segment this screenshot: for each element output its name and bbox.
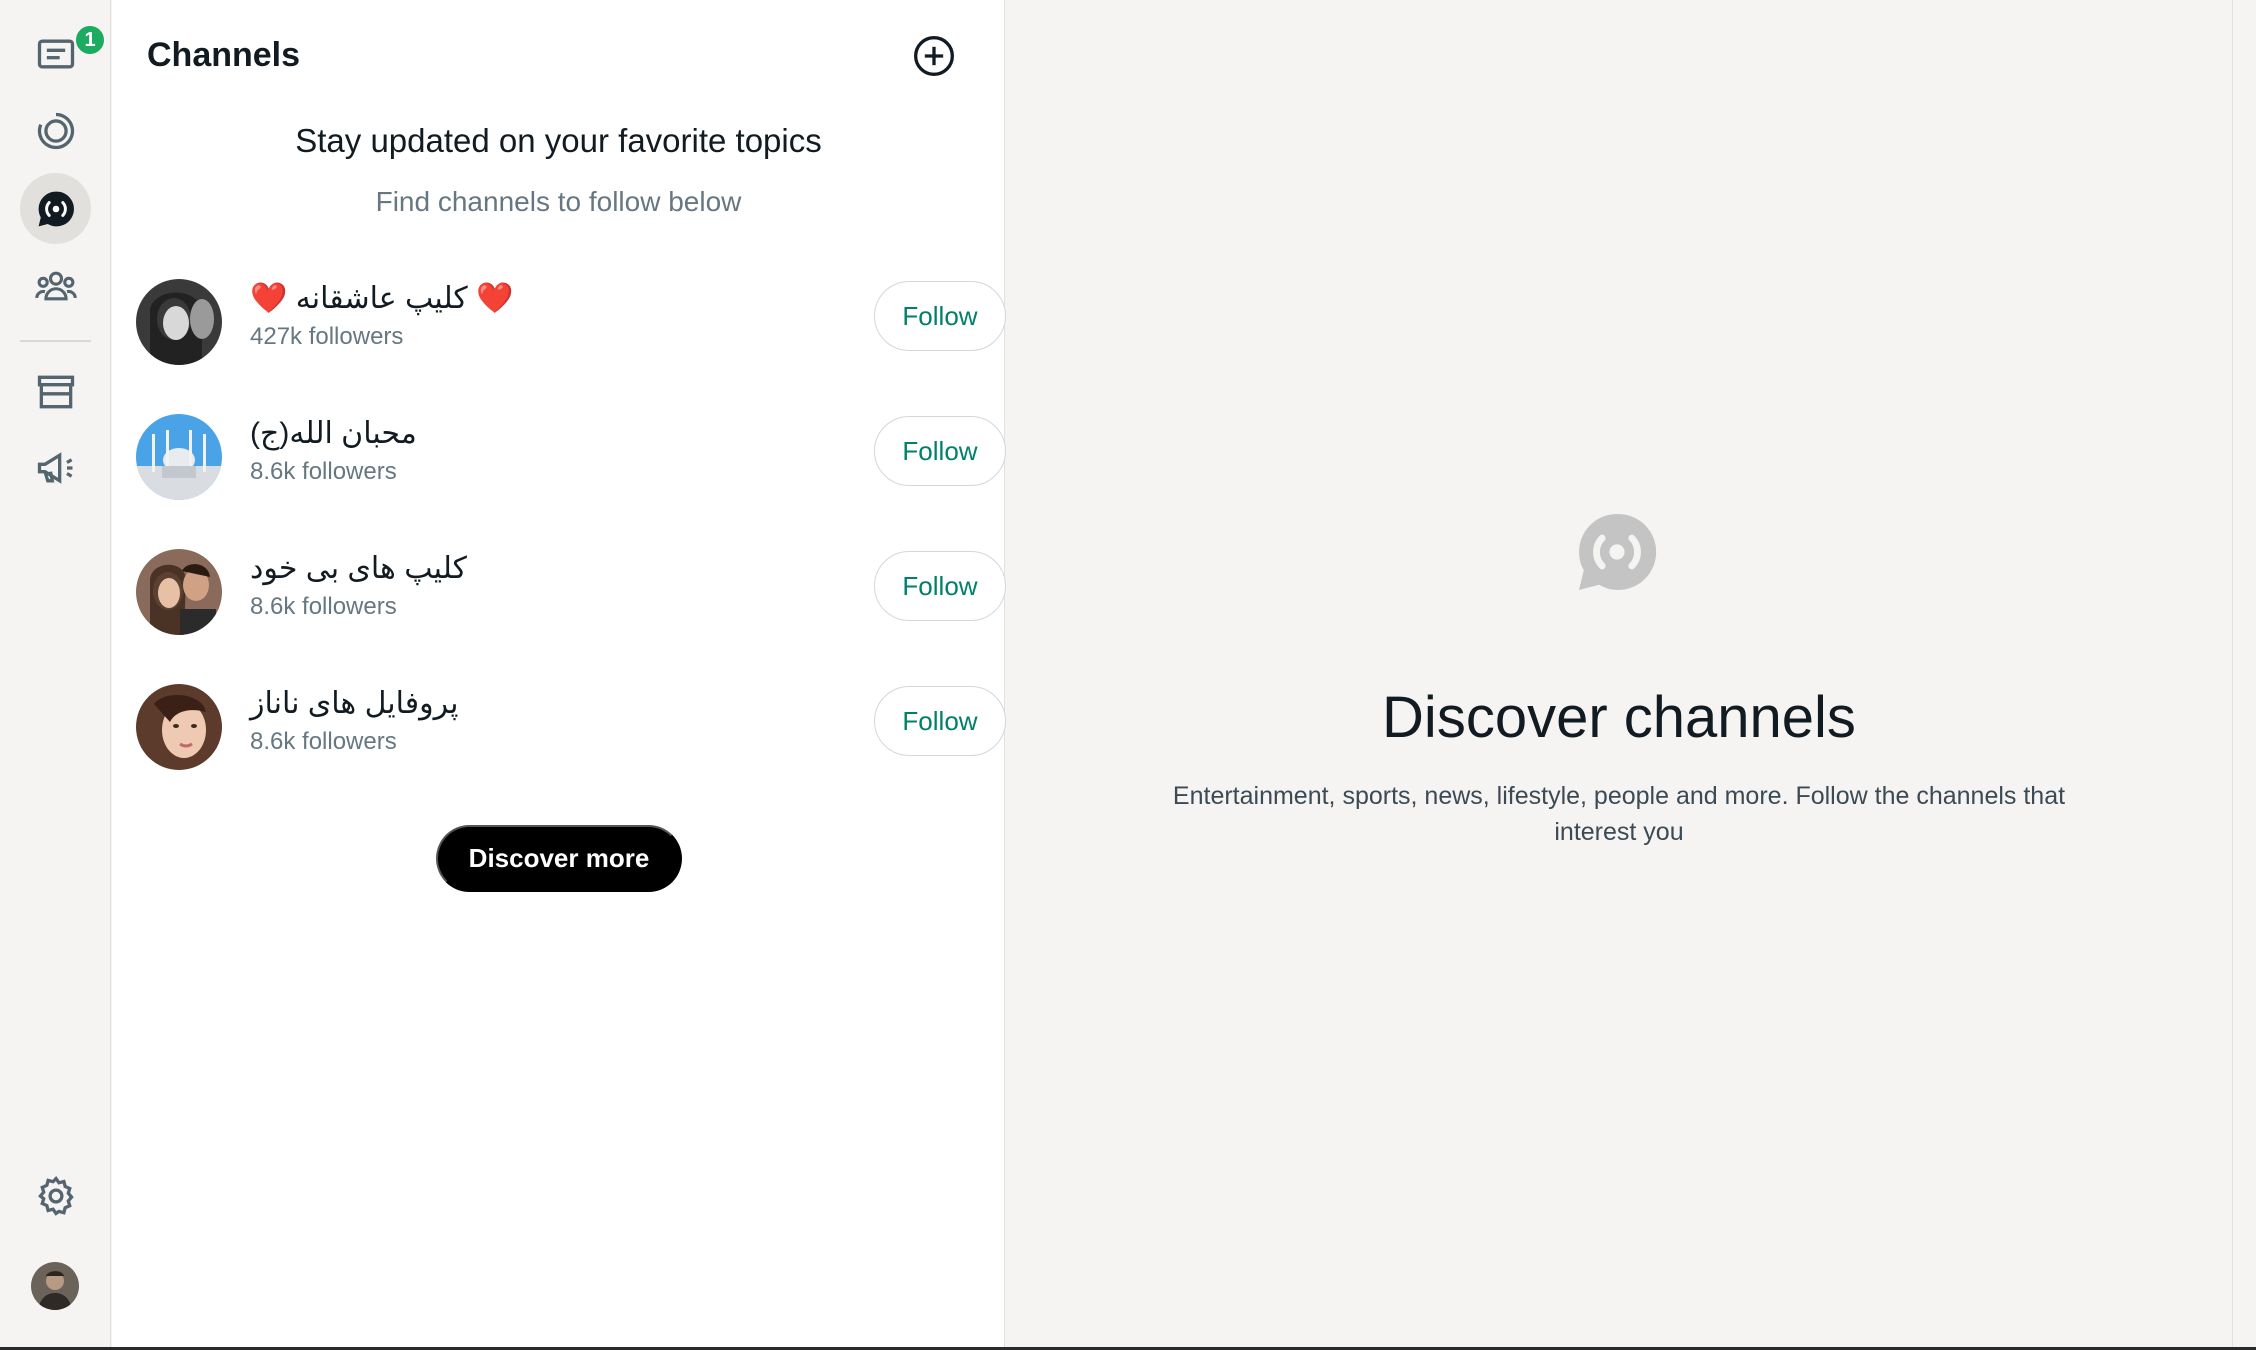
communities-icon xyxy=(34,271,77,300)
communities-button[interactable] xyxy=(20,250,91,321)
channel-avatar xyxy=(136,279,222,365)
channels-icon xyxy=(1579,513,1657,590)
navigation-rail: 1 xyxy=(0,0,111,1350)
scrollbar[interactable] xyxy=(2232,0,2256,1350)
channels-button[interactable] xyxy=(20,173,91,244)
status-icon xyxy=(37,112,74,149)
rail-divider xyxy=(20,340,91,342)
page-title: Channels xyxy=(147,36,301,74)
channel-followers: 8.6k followers xyxy=(250,728,397,755)
intro-title: Stay updated on your favorite topics xyxy=(295,122,822,159)
main-content: Discover channels Entertainment, sports,… xyxy=(1006,0,2232,1350)
tools-button[interactable] xyxy=(20,356,91,427)
channel-followers: 8.6k followers xyxy=(250,593,397,620)
megaphone-icon xyxy=(37,451,72,484)
unread-badge: 1 xyxy=(74,24,106,56)
channel-item[interactable]: ❤️ کلیپ عاشقانه ❤️ 427k followers Follow xyxy=(136,271,1006,371)
discover-description: Entertainment, sports, news, lifestyle, … xyxy=(1172,782,2066,846)
settings-button[interactable] xyxy=(20,1160,91,1231)
channel-name: کلیپ های بی خود xyxy=(250,552,467,585)
advertise-button[interactable] xyxy=(20,432,91,503)
channel-avatar xyxy=(136,684,222,770)
follow-button[interactable]: Follow xyxy=(874,686,1006,756)
follow-button[interactable]: Follow xyxy=(874,281,1006,351)
status-button[interactable] xyxy=(20,95,91,166)
channel-item[interactable]: کلیپ های بی خود 8.6k followers Follow xyxy=(136,541,1006,641)
channel-followers: 427k followers xyxy=(250,323,404,350)
store-icon xyxy=(37,375,74,408)
plus-circle-icon xyxy=(914,36,954,76)
channel-avatar xyxy=(136,414,222,500)
channels-panel: Channels Stay updated on your favorite t… xyxy=(112,0,1006,1350)
create-channel-button[interactable] xyxy=(912,34,956,78)
follow-button[interactable]: Follow xyxy=(874,416,1006,486)
avatar[interactable] xyxy=(31,1262,79,1310)
channel-item[interactable]: محبان الله(ج) 8.6k followers Follow xyxy=(136,406,1006,506)
gear-icon xyxy=(37,1175,74,1216)
channel-name: ❤️ کلیپ عاشقانه ❤️ xyxy=(250,282,514,315)
follow-button[interactable]: Follow xyxy=(874,551,1006,621)
intro-subtitle: Find channels to follow below xyxy=(375,186,742,217)
chats-button[interactable]: 1 xyxy=(20,18,106,89)
discover-title: Discover channels xyxy=(1382,685,1856,750)
channel-avatar xyxy=(136,549,222,635)
channels-icon xyxy=(38,191,74,226)
channel-item[interactable]: پروفایل های ناناز 8.6k followers Follow xyxy=(136,676,1006,776)
channel-name: محبان الله(ج) xyxy=(250,417,417,450)
discover-more-button[interactable]: Discover more xyxy=(436,825,682,892)
channel-name: پروفایل های ناناز xyxy=(250,687,459,720)
chats-icon xyxy=(37,39,74,68)
channel-followers: 8.6k followers xyxy=(250,458,397,485)
